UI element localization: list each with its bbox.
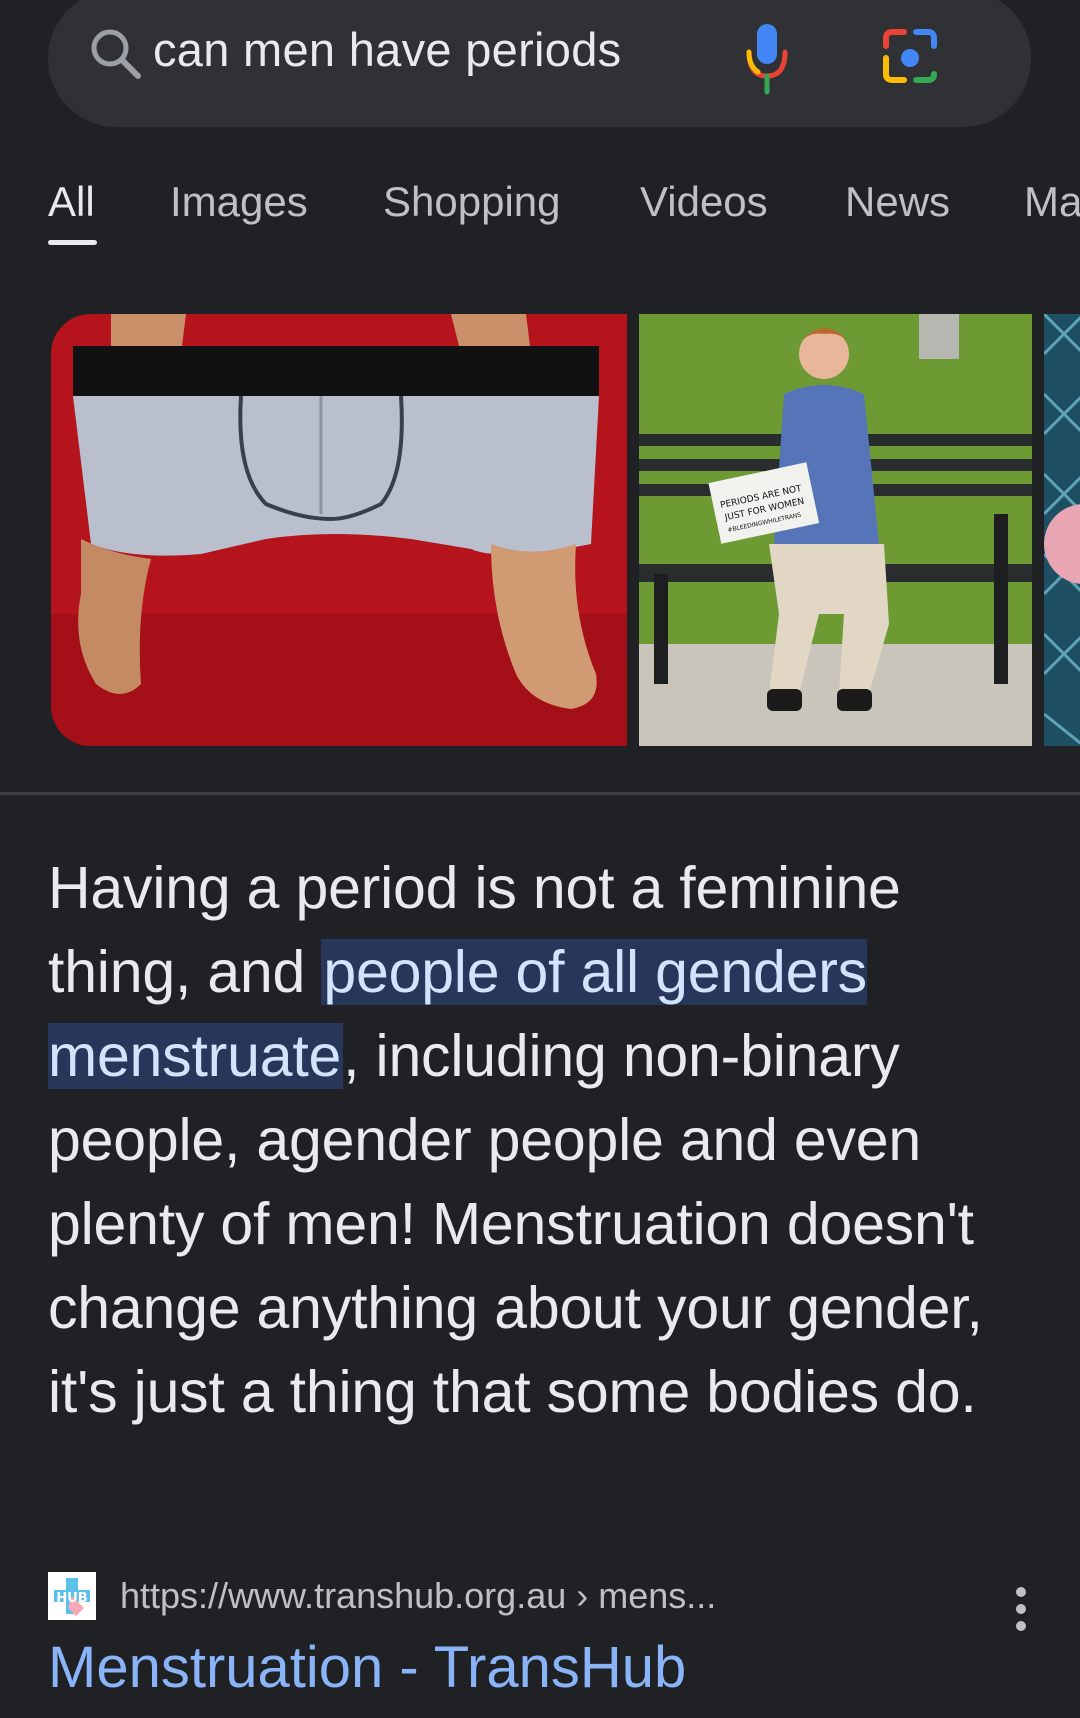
tab-shopping[interactable]: Shopping [383, 178, 561, 226]
microphone-icon[interactable] [742, 20, 792, 100]
image-carousel: PERIODS ARE NOT JUST FOR WOMEN #BLEEDING… [0, 314, 1080, 746]
search-input[interactable]: can men have periods [153, 22, 621, 77]
more-options-icon[interactable] [1006, 1584, 1036, 1634]
search-results-page: can men have periods All Images Shopping… [0, 0, 1080, 1718]
search-tabs: All Images Shopping Videos News Ma [0, 178, 1080, 248]
transhub-favicon: HUB [48, 1572, 96, 1620]
image-result-partial[interactable] [1044, 314, 1080, 746]
featured-snippet: Having a period is not a feminine thing,… [48, 846, 1038, 1434]
camera-lens-icon[interactable] [878, 24, 942, 88]
tab-images[interactable]: Images [170, 178, 308, 226]
tab-all[interactable]: All [48, 178, 95, 226]
result-title-link[interactable]: Menstruation - TransHub [48, 1634, 686, 1701]
source-attribution: HUB https://www.transhub.org.au › mens..… [48, 1572, 1048, 1632]
tab-maps[interactable]: Ma [1024, 178, 1080, 226]
image-result-underwear[interactable] [51, 314, 627, 746]
favicon-text: HUB [56, 1591, 87, 1606]
search-icon[interactable] [86, 24, 146, 84]
source-url[interactable]: https://www.transhub.org.au › mens... [120, 1575, 716, 1617]
tab-news[interactable]: News [845, 178, 950, 226]
image-result-bench[interactable]: PERIODS ARE NOT JUST FOR WOMEN #BLEEDING… [639, 314, 1032, 746]
active-tab-indicator [48, 240, 97, 245]
divider [0, 792, 1080, 795]
tab-videos[interactable]: Videos [640, 178, 768, 226]
